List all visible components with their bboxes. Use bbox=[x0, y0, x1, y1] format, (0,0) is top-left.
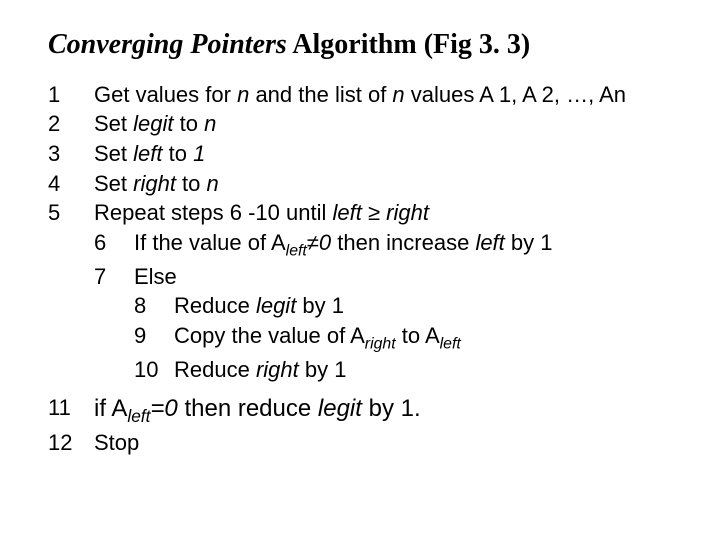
step-text: Get values for n and the list of n value… bbox=[94, 80, 680, 110]
val-zero: 0 bbox=[319, 230, 331, 255]
sub-right: right bbox=[365, 336, 396, 353]
t: by 1 bbox=[505, 230, 553, 255]
op-ge: ≥ bbox=[362, 200, 386, 225]
step-text: If the value of Aleft≠0 then increase le… bbox=[134, 228, 680, 262]
step-8: 8 Reduce legit by 1 bbox=[48, 291, 680, 321]
t: Else bbox=[134, 264, 177, 289]
var-legit: legit bbox=[318, 395, 362, 422]
op-neq: ≠ bbox=[307, 230, 319, 255]
step-text: Repeat steps 6 -10 until left ≥ right bbox=[94, 198, 680, 228]
op-eq: = bbox=[150, 395, 164, 422]
step-6: 6 If the value of Aleft≠0 then increase … bbox=[48, 228, 680, 262]
var-n: n bbox=[237, 82, 249, 107]
step-num: 6 bbox=[94, 228, 134, 258]
step-2: 2 Set legit to n bbox=[48, 109, 680, 139]
step-text: Set legit to n bbox=[94, 109, 680, 139]
val-zero: 0 bbox=[164, 395, 177, 422]
t: and the list of bbox=[249, 82, 392, 107]
step-num: 2 bbox=[48, 109, 94, 139]
var-legit: legit bbox=[256, 293, 296, 318]
step-1: 1 Get values for n and the list of n val… bbox=[48, 80, 680, 110]
t: by 1 bbox=[299, 357, 347, 382]
t: to bbox=[174, 111, 205, 136]
step-12: 12 Stop bbox=[48, 428, 680, 458]
step-num: 8 bbox=[134, 291, 174, 321]
t: by 1. bbox=[362, 395, 421, 422]
t: to bbox=[163, 141, 194, 166]
step-text: Set right to n bbox=[94, 169, 680, 199]
step-num: 10 bbox=[134, 355, 174, 385]
step-num: 11 bbox=[48, 393, 94, 423]
t: to A bbox=[396, 323, 440, 348]
var-right: right bbox=[256, 357, 299, 382]
t: Set bbox=[94, 141, 133, 166]
step-3: 3 Set left to 1 bbox=[48, 139, 680, 169]
t: Copy the value of A bbox=[174, 323, 365, 348]
t: Reduce bbox=[174, 293, 256, 318]
step-5: 5 Repeat steps 6 -10 until left ≥ right bbox=[48, 198, 680, 228]
step-num: 3 bbox=[48, 139, 94, 169]
t: to bbox=[176, 171, 207, 196]
t: then increase bbox=[331, 230, 475, 255]
step-text: Reduce legit by 1 bbox=[174, 291, 680, 321]
t: Set bbox=[94, 111, 133, 136]
var-n: n bbox=[204, 111, 216, 136]
step-num: 1 bbox=[48, 80, 94, 110]
t: Reduce bbox=[174, 357, 256, 382]
step-num: 9 bbox=[134, 321, 174, 351]
title-rest: Algorithm (Fig 3. 3) bbox=[287, 29, 530, 60]
step-text: if Aleft=0 then reduce legit by 1. bbox=[94, 393, 680, 428]
step-4: 4 Set right to n bbox=[48, 169, 680, 199]
sub-left: left bbox=[127, 405, 150, 425]
t: values A 1, A 2, …, An bbox=[405, 82, 626, 107]
var-left: left bbox=[332, 200, 361, 225]
step-num: 12 bbox=[48, 428, 94, 458]
var-n: n bbox=[392, 82, 404, 107]
var-legit: legit bbox=[133, 111, 173, 136]
step-text: Else bbox=[134, 262, 680, 292]
step-9: 9 Copy the value of Aright to Aleft bbox=[48, 321, 680, 355]
var-left: left bbox=[475, 230, 504, 255]
t: Set bbox=[94, 171, 133, 196]
step-10: 10 Reduce right by 1 bbox=[48, 355, 680, 385]
step-num: 7 bbox=[94, 262, 134, 292]
title-emph: Converging Pointers bbox=[48, 29, 287, 60]
t: then reduce bbox=[178, 395, 318, 422]
t: by 1 bbox=[296, 293, 344, 318]
val: 1 bbox=[193, 141, 205, 166]
var-right: right bbox=[133, 171, 176, 196]
var-right: right bbox=[386, 200, 429, 225]
algorithm-body: 1 Get values for n and the list of n val… bbox=[48, 80, 680, 458]
step-text: Copy the value of Aright to Aleft bbox=[174, 321, 680, 355]
t: Repeat steps 6 -10 until bbox=[94, 200, 332, 225]
sub-left: left bbox=[440, 336, 461, 353]
slide: Converging Pointers Algorithm (Fig 3. 3)… bbox=[0, 0, 720, 540]
step-num: 5 bbox=[48, 198, 94, 228]
step-text: Stop bbox=[94, 428, 680, 458]
step-11: 11 if Aleft=0 then reduce legit by 1. bbox=[48, 393, 680, 428]
t: Stop bbox=[94, 430, 139, 455]
step-text: Reduce right by 1 bbox=[174, 355, 680, 385]
var-n: n bbox=[207, 171, 219, 196]
var-left: left bbox=[133, 141, 162, 166]
step-num: 4 bbox=[48, 169, 94, 199]
step-text: Set left to 1 bbox=[94, 139, 680, 169]
step-7: 7 Else bbox=[48, 262, 680, 292]
page-title: Converging Pointers Algorithm (Fig 3. 3) bbox=[48, 28, 680, 62]
t: Get values for bbox=[94, 82, 237, 107]
t: if A bbox=[94, 395, 127, 422]
sub-left: left bbox=[286, 242, 307, 259]
t: If the value of A bbox=[134, 230, 286, 255]
